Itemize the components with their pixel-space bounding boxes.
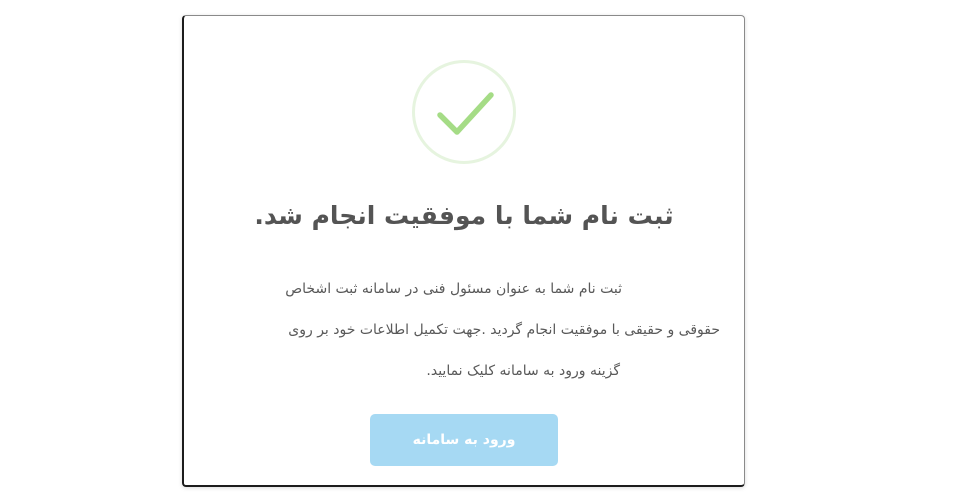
dialog-message-line-2: حقوقی و حقیقی با موفقیت انجام گردید .جهت… [212,319,720,341]
message-text: ثبت نام شما به عنوان مسئول فنی در سامانه… [285,281,622,297]
check-circle-icon [412,60,516,164]
dialog-message-line-1: ثبت نام شما به عنوان مسئول فنی در سامانه… [212,278,720,300]
success-dialog: ثبت نام شما با موفقیت انجام شد. ثبت نام … [182,15,745,487]
dialog-title: ثبت نام شما با موفقیت انجام شد. [254,201,674,230]
dialog-message-line-3: گزینه ورود به سامانه کلیک نمایید. [212,360,720,382]
message-text: حقوقی و حقیقی با موفقیت انجام گردید .جهت… [288,322,720,338]
message-text: گزینه ورود به سامانه کلیک نمایید. [426,363,620,379]
enter-system-button[interactable]: ورود به سامانه [370,414,558,466]
